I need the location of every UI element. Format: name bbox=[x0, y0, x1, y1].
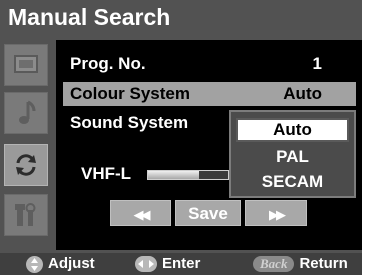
screen-icon bbox=[13, 54, 39, 76]
row-label: Sound System bbox=[70, 113, 189, 132]
refresh-icon bbox=[12, 151, 40, 179]
footer-hints: Adjust Enter Back Return bbox=[0, 253, 362, 275]
tv-menu-screen: Manual Search Prog. No. 1 Colour System … bbox=[0, 0, 362, 275]
sidebar-tab-sound[interactable] bbox=[4, 92, 48, 134]
row-value: 1 bbox=[312, 54, 322, 73]
music-note-icon bbox=[14, 99, 38, 127]
row-value: Auto bbox=[283, 84, 322, 103]
footer-adjust-label: Adjust bbox=[48, 255, 95, 272]
menu-row-prog-no[interactable]: Prog. No. 1 bbox=[63, 52, 356, 76]
footer-return-label: Return bbox=[299, 255, 348, 272]
tuning-level-bar bbox=[147, 170, 229, 180]
menu-row-colour-system[interactable]: Colour System Auto bbox=[63, 82, 356, 106]
footer-enter: Enter bbox=[135, 253, 200, 275]
dropdown-option-secam[interactable]: SECAM bbox=[231, 170, 354, 194]
fast-forward-icon: ▶▶ bbox=[269, 207, 286, 222]
colour-system-dropdown[interactable]: Auto PAL SECAM bbox=[229, 110, 356, 198]
dropdown-option-pal[interactable]: PAL bbox=[231, 145, 354, 169]
sidebar-tab-picture[interactable] bbox=[4, 44, 48, 86]
up-down-icon bbox=[26, 255, 43, 273]
tuning-level-fill bbox=[148, 171, 200, 179]
forward-button[interactable]: ▶▶ bbox=[245, 200, 307, 226]
sidebar-tab-tools[interactable] bbox=[4, 194, 48, 236]
menu-title: Manual Search bbox=[8, 4, 171, 30]
left-right-icon bbox=[135, 256, 157, 272]
dropdown-option-auto[interactable]: Auto bbox=[236, 118, 349, 142]
band-label: VHF-L bbox=[81, 164, 132, 183]
footer-adjust: Adjust bbox=[26, 253, 95, 275]
row-label: Colour System bbox=[70, 84, 190, 103]
back-button-icon: Back bbox=[253, 256, 295, 272]
rewind-icon: ◀◀ bbox=[133, 207, 151, 222]
tools-icon bbox=[12, 200, 40, 230]
footer-return: Back Return bbox=[253, 253, 348, 275]
save-button[interactable]: Save bbox=[175, 200, 241, 226]
sidebar-tab-setup[interactable] bbox=[4, 144, 48, 186]
footer-enter-label: Enter bbox=[162, 255, 201, 272]
rewind-button[interactable]: ◀◀ bbox=[110, 200, 171, 226]
row-label: Prog. No. bbox=[70, 54, 146, 73]
